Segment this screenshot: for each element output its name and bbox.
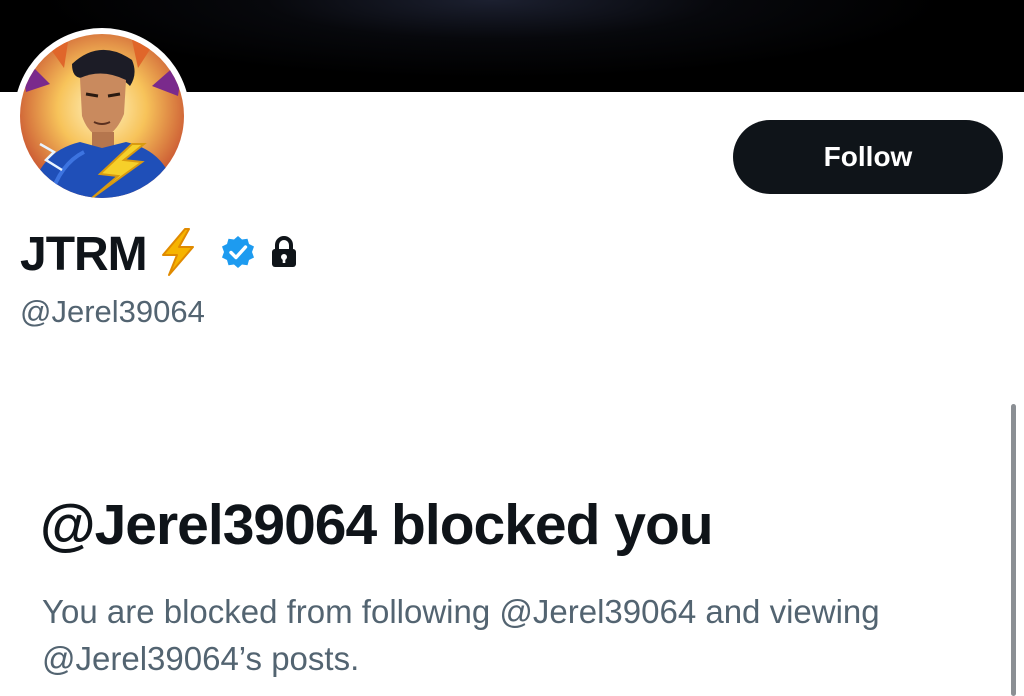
- blocked-title: @Jerel39064 blocked you: [40, 493, 714, 557]
- profile-handle: @Jerel39064: [20, 294, 205, 329]
- verified-badge-icon[interactable]: [221, 235, 255, 274]
- display-name: JTRM: [20, 227, 148, 281]
- avatar[interactable]: [14, 28, 190, 204]
- blocked-description: You are blocked from following @Jerel390…: [42, 593, 880, 677]
- lock-icon: [269, 235, 299, 274]
- lightning-bolt-emoji-icon: [157, 227, 199, 282]
- profile-name-row: JTRM: [20, 224, 299, 284]
- scrollbar[interactable]: [1011, 404, 1016, 696]
- avatar-image: [20, 34, 184, 198]
- profile-page: Follow JTRM @Jerel39064 @Jerel39064 bloc…: [0, 0, 1024, 696]
- follow-button[interactable]: Follow: [733, 120, 1003, 194]
